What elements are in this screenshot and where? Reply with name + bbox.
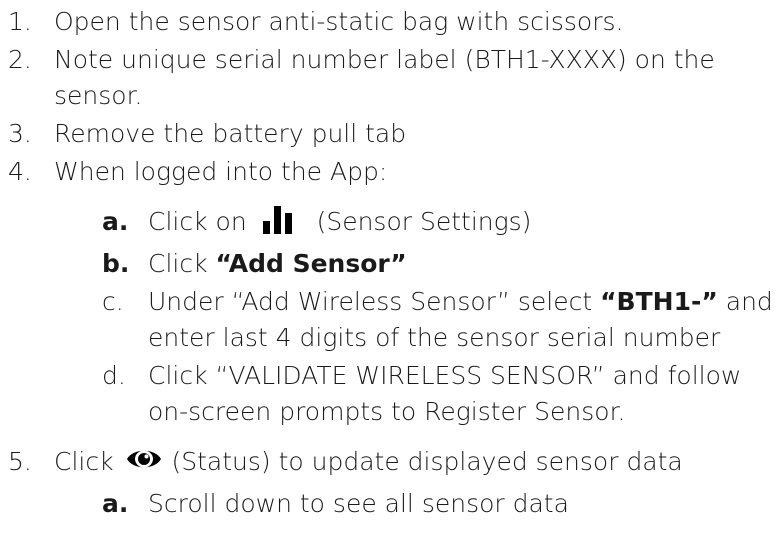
step-text: Open the sensor anti-static bag with sci… — [54, 7, 624, 36]
substep-text: and — [717, 287, 773, 316]
step-number: 3. — [8, 119, 32, 148]
substep-4c: c. Under “Add Wireless Sensor” select “B… — [0, 284, 780, 356]
substep-text: Click “VALIDATE WIRELESS SENSOR” and fol… — [148, 361, 742, 390]
substep-letter: a. — [102, 489, 129, 518]
substep-bold-text: “Add Sensor” — [215, 249, 407, 278]
step-text: Note unique serial number label (BTH1-XX… — [54, 45, 715, 74]
step-number: 2. — [8, 45, 32, 74]
step-number: 4. — [8, 157, 32, 186]
substep-letter: c. — [102, 287, 124, 316]
step-text: Remove the battery pull tab — [54, 119, 407, 148]
substep-text-cont: on-screen prompts to Register Sensor. — [148, 397, 626, 426]
substep-4d: d. Click “VALIDATE WIRELESS SENSOR” and … — [0, 358, 780, 430]
substep-letter: a. — [102, 207, 129, 236]
substep-letter: d. — [102, 361, 126, 390]
step-1: 1. Open the sensor anti-static bag with … — [0, 4, 780, 40]
step-5: 5. Click (Status) to update displayed se… — [0, 444, 780, 484]
substep-text-cont: enter last 4 digits of the sensor serial… — [148, 323, 721, 352]
step-4: 4. When logged into the App: — [0, 154, 780, 190]
step-2: 2. Note unique serial number label (BTH1… — [0, 42, 780, 114]
step-number: 5. — [8, 447, 32, 476]
substep-text: Scroll down to see all sensor data — [148, 489, 569, 518]
step-text-cont: sensor. — [54, 81, 143, 110]
eye-icon — [126, 444, 162, 484]
instruction-list: 1. Open the sensor anti-static bag with … — [0, 0, 780, 524]
substep-4b: b. Click “Add Sensor” — [0, 246, 780, 282]
substep-text: Under “Add Wireless Sensor” select — [148, 287, 601, 316]
step-text: Click — [54, 447, 114, 476]
substep-5a: a. Scroll down to see all sensor data — [0, 486, 780, 522]
substep-text: Click on — [148, 207, 247, 236]
substep-4a: a. Click on (Sensor Settings) — [0, 204, 780, 244]
step-3: 3. Remove the battery pull tab — [0, 116, 780, 152]
step-text: When logged into the App: — [54, 157, 388, 186]
substep-text: (Sensor Settings) — [316, 207, 532, 236]
substep-text: Click — [148, 249, 216, 278]
substep-bold-text: “BTH1-” — [600, 287, 718, 316]
bar-chart-icon — [262, 206, 293, 244]
step-text: (Status) to update displayed sensor data — [171, 447, 683, 476]
step-number: 1. — [8, 7, 32, 36]
substep-letter: b. — [102, 249, 130, 278]
